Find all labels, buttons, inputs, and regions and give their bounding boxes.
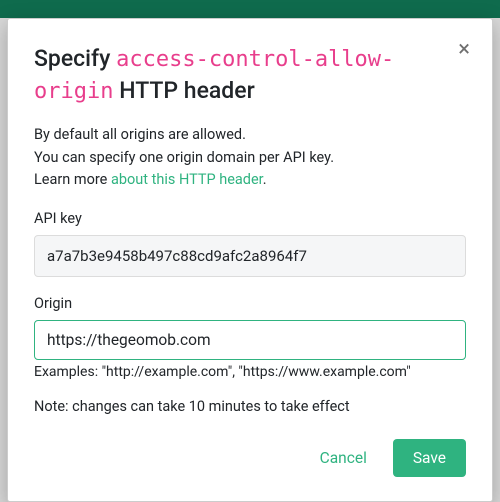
apikey-value: a7a7b3e9458b497c88cd9afc2a8964f7 — [34, 235, 466, 277]
origin-input[interactable] — [34, 320, 466, 360]
desc-learn-prefix: Learn more — [34, 171, 111, 188]
apikey-label: API key — [34, 210, 466, 227]
title-suffix: HTTP header — [113, 77, 254, 104]
origin-examples: Examples: "http://example.com", "https:/… — [34, 364, 466, 380]
save-button[interactable]: Save — [393, 439, 466, 477]
desc-learn-suffix: . — [263, 171, 267, 188]
modal-description: By default all origins are allowed. You … — [34, 124, 466, 191]
desc-line1: By default all origins are allowed. — [34, 126, 246, 143]
title-prefix: Specify — [34, 45, 116, 72]
desc-line2: You can specify one origin domain per AP… — [34, 149, 334, 166]
modal-footer: Cancel Save — [34, 439, 466, 477]
close-icon[interactable]: × — [458, 39, 470, 61]
note-text: Note: changes can take 10 minutes to tak… — [34, 398, 466, 415]
cancel-button[interactable]: Cancel — [310, 439, 377, 477]
modal-title: Specify access-control-allow-origin HTTP… — [34, 43, 466, 106]
cors-header-modal: × Specify access-control-allow-origin HT… — [7, 18, 493, 502]
modal-backdrop: × Specify access-control-allow-origin HT… — [0, 0, 500, 502]
origin-label: Origin — [34, 295, 466, 312]
learn-more-link[interactable]: about this HTTP header — [111, 171, 263, 188]
